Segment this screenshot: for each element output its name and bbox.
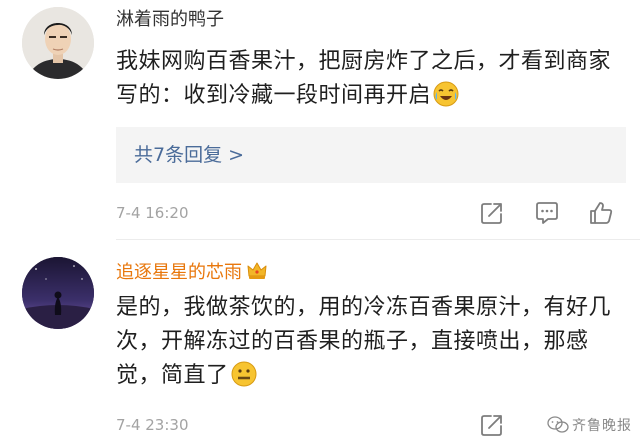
crown-icon bbox=[246, 259, 268, 281]
share-icon[interactable] bbox=[479, 200, 505, 226]
username[interactable]: 追逐星星的芯雨 bbox=[116, 259, 268, 285]
wechat-icon bbox=[547, 416, 569, 434]
zipper-mouth-emoji-icon bbox=[231, 361, 257, 387]
share-icon[interactable] bbox=[479, 412, 505, 438]
view-replies-link[interactable]: 共7条回复 > bbox=[134, 141, 244, 169]
avatar[interactable] bbox=[22, 257, 94, 329]
comment-text: 我妹网购百香果汁，把厨房炸了之后，才看到商家写的：收到冷藏一段时间再开启 bbox=[116, 45, 626, 113]
timestamp: 7-4 16:20 bbox=[116, 204, 189, 222]
comment-item: 淋着雨的鸭子 我妹网购百香果汁，把厨房炸了之后，才看到商家写的：收到冷藏一段时间… bbox=[0, 0, 640, 239]
comment-icon[interactable] bbox=[534, 200, 560, 226]
comment-text-content: 是的，我做茶饮的，用的冷冻百香果原汁，有好几次，开解冻过的百香果的瓶子，直接喷出… bbox=[116, 295, 612, 388]
like-icon[interactable] bbox=[588, 200, 614, 226]
watermark: 齐鲁晚报 bbox=[547, 415, 632, 435]
watermark-text: 齐鲁晚报 bbox=[572, 418, 632, 434]
laughing-crying-emoji-icon bbox=[433, 81, 459, 107]
avatar-night-sky bbox=[22, 257, 94, 329]
avatar-man-portrait bbox=[22, 7, 94, 79]
username-text: 追逐星星的芯雨 bbox=[116, 262, 242, 283]
avatar[interactable] bbox=[22, 7, 94, 79]
timestamp: 7-4 23:30 bbox=[116, 416, 189, 434]
comment-text-content: 我妹网购百香果汁，把厨房炸了之后，才看到商家写的：收到冷藏一段时间再开启 bbox=[116, 49, 612, 108]
username[interactable]: 淋着雨的鸭子 bbox=[116, 8, 224, 32]
comment-item: 追逐星星的芯雨 是的，我做茶饮的，用的冷冻百香果原汁，有好几次，开解冻过的百香果… bbox=[0, 240, 640, 447]
reply-summary: 共7条回复 > bbox=[116, 127, 626, 183]
comment-text: 是的，我做茶饮的，用的冷冻百香果原汁，有好几次，开解冻过的百香果的瓶子，直接喷出… bbox=[116, 291, 626, 393]
